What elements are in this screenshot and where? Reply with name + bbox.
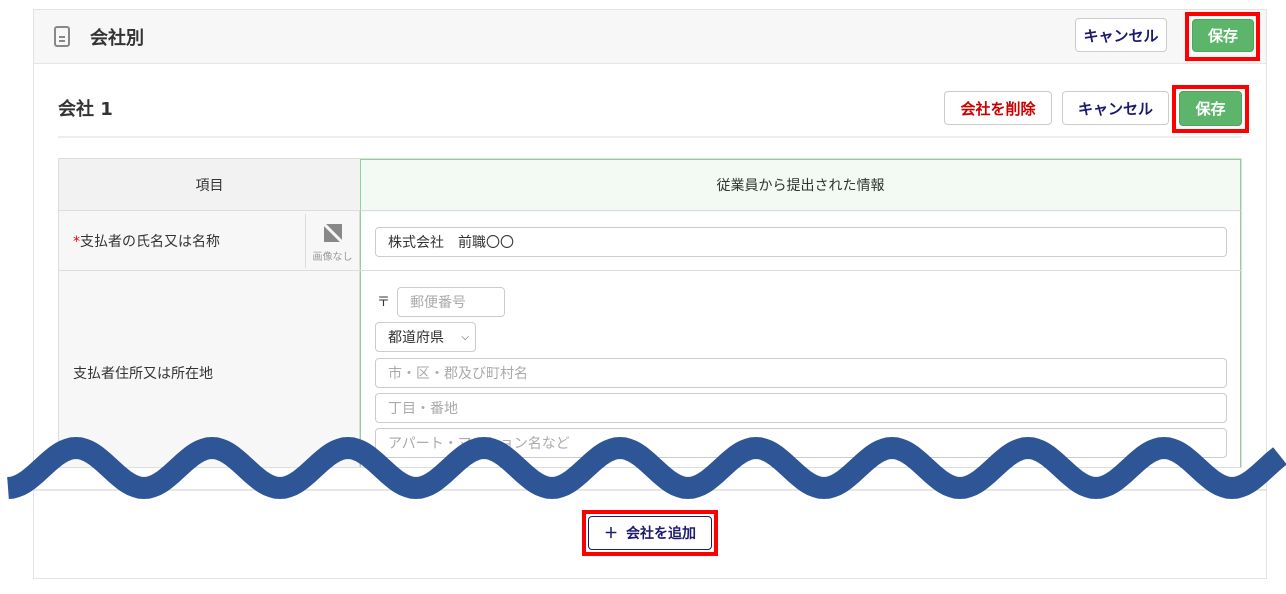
wave-cut-decoration [7, 436, 1286, 500]
add-company-button[interactable]: ＋会社を追加 [588, 516, 712, 550]
wave-line [7, 436, 1286, 500]
plus-icon: ＋ [604, 526, 618, 542]
